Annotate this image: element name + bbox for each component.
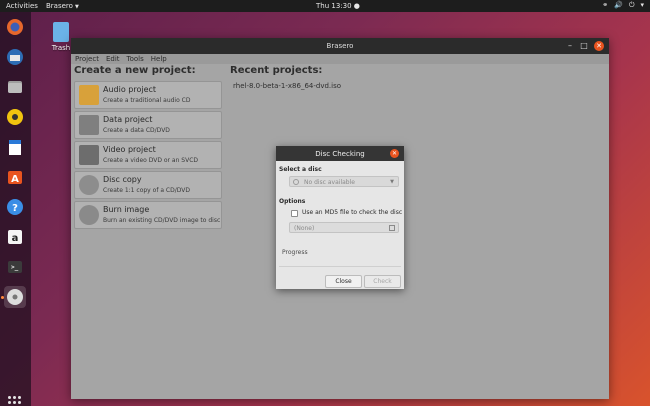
burn-image-button[interactable]: Burn image Burn an existing CD/DVD image… <box>74 201 222 229</box>
minimize-button[interactable]: – <box>565 41 575 51</box>
trash[interactable]: Trash <box>50 22 72 52</box>
recent-project-item[interactable]: rhel-8.0-beta-1-x86_64-dvd.iso <box>233 82 341 90</box>
volume-icon: 🔊 <box>614 1 623 9</box>
divider <box>279 266 401 267</box>
activities-button[interactable]: Activities <box>6 2 38 10</box>
project-desc: Create a video DVD or an SVCD <box>103 157 199 164</box>
system-tray[interactable]: ⚭ 🔊 ⏻ ▾ <box>602 1 644 10</box>
recent-projects-title: Recent projects: <box>230 65 323 76</box>
project-name: Video project <box>103 145 156 154</box>
project-name: Data project <box>103 115 153 124</box>
clock-label: Thu 13:30 <box>316 2 352 10</box>
file-icon <box>389 225 395 231</box>
disc-checking-dialog: Disc Checking ✕ Select a disc No disc av… <box>276 146 404 289</box>
svg-text:>_: >_ <box>11 264 19 271</box>
menu-tools[interactable]: Tools <box>127 55 144 63</box>
app-menu-label: Brasero <box>46 2 73 10</box>
chevron-down-icon: ▼ <box>74 4 79 10</box>
disc-copy-button[interactable]: Disc copy Create 1:1 copy of a CD/DVD <box>74 171 222 199</box>
clock[interactable]: Thu 13:30 ● <box>316 2 360 10</box>
firefox-icon[interactable] <box>4 16 26 38</box>
progress-label: Progress <box>282 249 308 256</box>
close-icon[interactable]: ✕ <box>390 149 399 158</box>
audio-icon <box>79 85 99 105</box>
chevron-down-icon: ▼ <box>390 179 394 185</box>
notification-dot-icon: ● <box>353 2 360 10</box>
options-label: Options <box>279 198 306 205</box>
dock: A ? a >_ <box>0 12 31 406</box>
files-icon[interactable] <box>4 76 26 98</box>
maximize-button[interactable]: □ <box>579 41 589 51</box>
top-bar: Activities Brasero ▼ Thu 13:30 ● ⚭ 🔊 ⏻ ▾ <box>0 0 650 12</box>
create-project-title: Create a new project: <box>74 65 196 76</box>
writer-icon[interactable] <box>4 136 26 158</box>
window-titlebar[interactable]: Brasero – □ ✕ <box>71 38 609 54</box>
software-center-icon[interactable]: A <box>4 166 26 188</box>
dialog-titlebar[interactable]: Disc Checking ✕ <box>276 146 404 161</box>
running-indicator <box>1 296 4 299</box>
check-button[interactable]: Check <box>364 275 401 288</box>
project-desc: Create 1:1 copy of a CD/DVD <box>103 187 190 194</box>
brasero-icon[interactable] <box>4 286 26 308</box>
project-name: Audio project <box>103 85 157 94</box>
network-icon: ⚭ <box>602 1 609 9</box>
video-project-button[interactable]: Video project Create a video DVD or an S… <box>74 141 222 169</box>
data-icon <box>79 115 99 135</box>
project-name: Burn image <box>103 205 150 214</box>
menu-edit[interactable]: Edit <box>106 55 120 63</box>
rhythmbox-icon[interactable] <box>4 106 26 128</box>
video-icon <box>79 145 99 165</box>
data-project-button[interactable]: Data project Create a data CD/DVD <box>74 111 222 139</box>
disc-select-value: No disc available <box>304 179 355 186</box>
window-title: Brasero <box>326 42 354 50</box>
power-icon: ⏻ <box>628 1 635 9</box>
audio-project-button[interactable]: Audio project Create a traditional audio… <box>74 81 222 109</box>
trash-label: Trash <box>51 44 71 52</box>
app-menu[interactable]: Brasero ▼ <box>46 2 79 10</box>
thunderbird-icon[interactable] <box>4 46 26 68</box>
close-button[interactable]: Close <box>325 275 362 288</box>
menu-project[interactable]: Project <box>75 55 99 63</box>
disc-select[interactable]: No disc available ▼ <box>289 176 399 187</box>
file-value: (None) <box>294 225 315 232</box>
amazon-icon[interactable]: a <box>4 226 26 248</box>
svg-text:?: ? <box>12 203 18 214</box>
show-applications-icon[interactable] <box>8 396 22 406</box>
terminal-icon[interactable]: >_ <box>4 256 26 278</box>
trash-icon <box>53 22 69 42</box>
svg-text:A: A <box>11 174 19 185</box>
menu-bar: Project Edit Tools Help <box>71 54 609 64</box>
burn-image-icon <box>79 205 99 225</box>
close-window-button[interactable]: ✕ <box>594 41 604 51</box>
chevron-down-icon: ▾ <box>640 1 644 9</box>
project-desc: Create a data CD/DVD <box>103 127 170 134</box>
project-desc: Burn an existing CD/DVD image to disc <box>103 217 221 224</box>
project-desc: Create a traditional audio CD <box>103 97 191 104</box>
md5-checkbox-label[interactable]: Use an MD5 file to check the disc <box>302 209 402 216</box>
project-name: Disc copy <box>103 175 142 184</box>
dialog-title: Disc Checking <box>315 150 365 158</box>
disc-copy-icon <box>79 175 99 195</box>
help-icon[interactable]: ? <box>4 196 26 218</box>
md5-file-chooser[interactable]: (None) <box>289 222 399 233</box>
md5-checkbox[interactable] <box>291 210 298 217</box>
disc-icon <box>293 179 299 185</box>
select-disc-label: Select a disc <box>279 166 322 173</box>
svg-text:a: a <box>12 233 19 244</box>
menu-help[interactable]: Help <box>151 55 167 63</box>
